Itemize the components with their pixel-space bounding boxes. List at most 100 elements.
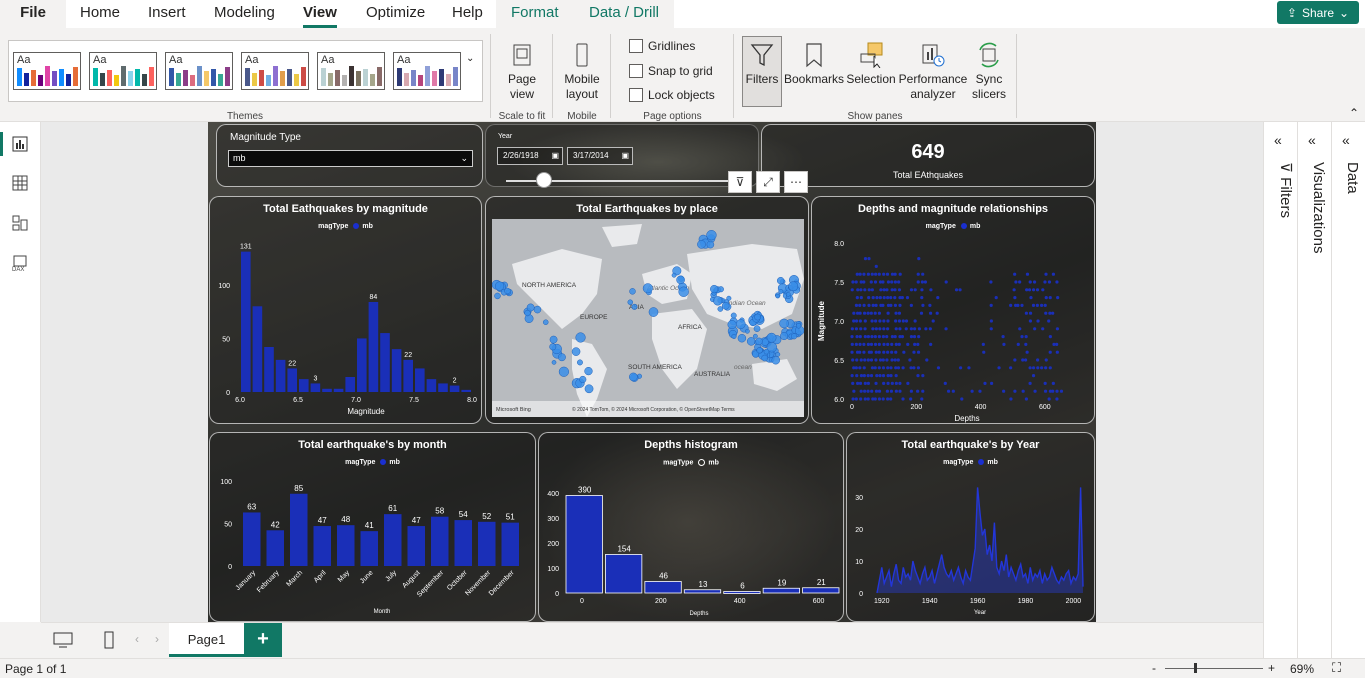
theme-color-bar bbox=[24, 73, 29, 86]
zoom-slider-thumb[interactable] bbox=[1194, 663, 1197, 673]
add-page-button[interactable]: + bbox=[244, 623, 282, 657]
zoom-in-button[interactable]: + bbox=[1268, 661, 1275, 675]
collapse-ribbon-icon[interactable]: ⌃ bbox=[1349, 106, 1359, 120]
filter-icon[interactable]: ⊽ bbox=[728, 171, 752, 193]
bar bbox=[357, 338, 367, 392]
data-pane[interactable]: « Data bbox=[1331, 122, 1365, 658]
theme-swatch[interactable]: Aa bbox=[317, 52, 385, 90]
expand-visualizations-icon[interactable]: « bbox=[1308, 132, 1316, 148]
prev-page-icon[interactable]: ‹ bbox=[135, 632, 139, 646]
y-tick-label: 0 bbox=[555, 591, 559, 598]
tab-insert[interactable]: Insert bbox=[148, 0, 186, 28]
theme-swatch[interactable]: Aa bbox=[89, 52, 157, 90]
depth-magnitude-scatter[interactable]: Depths and magnitude relationships magTy… bbox=[811, 196, 1095, 424]
gridlines-checkbox[interactable]: Gridlines bbox=[629, 39, 695, 53]
more-options-icon[interactable]: ⋯ bbox=[784, 171, 808, 193]
theme-swatch[interactable]: Aa bbox=[393, 52, 461, 90]
filters-pane[interactable]: « ⊽ Filters bbox=[1263, 122, 1297, 658]
map-region-label: AUSTRALIA bbox=[694, 371, 731, 378]
tab-modeling[interactable]: Modeling bbox=[214, 0, 275, 28]
page-view-button[interactable]: Page view bbox=[500, 42, 544, 102]
depths-histogram[interactable]: Depths histogram magType mb 0 100 200 300 400… bbox=[538, 432, 844, 622]
x-axis-label: Month bbox=[374, 609, 391, 615]
scatter-point bbox=[913, 342, 917, 346]
theme-color-bar bbox=[411, 70, 416, 86]
desktop-layout-icon[interactable] bbox=[53, 631, 73, 649]
selection-pane-button[interactable]: Selection bbox=[846, 42, 896, 87]
theme-swatch[interactable]: Aa bbox=[13, 52, 81, 90]
tab-home[interactable]: Home bbox=[80, 0, 120, 28]
tab-optimize[interactable]: Optimize bbox=[366, 0, 425, 28]
scatter-point bbox=[855, 358, 859, 362]
scatter-point bbox=[909, 288, 914, 292]
performance-icon bbox=[922, 44, 945, 67]
calendar-icon[interactable]: ▣ bbox=[551, 148, 559, 164]
snap-to-grid-checkbox[interactable]: Snap to grid bbox=[629, 64, 713, 78]
tab-format[interactable]: Format bbox=[511, 0, 559, 28]
table-view-icon[interactable] bbox=[11, 174, 29, 192]
theme-color-bars bbox=[321, 64, 382, 86]
x-tick-label: 200 bbox=[910, 404, 922, 411]
sync-slicers-button[interactable]: Sync slicers bbox=[968, 42, 1010, 102]
earthquakes-map-visual[interactable]: Total Earthquakes by place NORTH AMERICA… bbox=[485, 196, 809, 424]
mobile-layout-icon[interactable] bbox=[99, 631, 119, 649]
model-view-icon[interactable] bbox=[11, 214, 29, 232]
tab-help[interactable]: Help bbox=[452, 0, 483, 28]
earthquake-bubble bbox=[494, 281, 505, 291]
scatter-point bbox=[886, 311, 890, 315]
page-tab-page1[interactable]: Page1 bbox=[169, 623, 244, 657]
tab-file[interactable]: File bbox=[0, 0, 66, 28]
expand-data-icon[interactable]: « bbox=[1342, 132, 1350, 148]
data-label: 154 bbox=[617, 545, 631, 554]
scatter-point bbox=[878, 296, 882, 300]
tab-view[interactable]: View bbox=[303, 0, 337, 28]
y-tick-label: 0 bbox=[228, 564, 232, 571]
end-date-input[interactable]: 3/17/2014 ▣ bbox=[567, 147, 633, 165]
magnitude-type-dropdown[interactable]: mb ⌄ bbox=[228, 150, 473, 167]
mobile-layout-button[interactable]: Mobile layout bbox=[560, 42, 604, 102]
scatter-point bbox=[886, 366, 890, 370]
magnitude-bar-chart[interactable]: Total Eathquakes by magnitude magType mb … bbox=[209, 196, 482, 424]
year-range-handle[interactable] bbox=[536, 172, 552, 188]
scatter-point bbox=[874, 264, 878, 268]
expand-filters-icon[interactable]: « bbox=[1274, 132, 1282, 148]
scatter-point bbox=[1048, 350, 1052, 354]
start-date-input[interactable]: 2/26/1918 ▣ bbox=[497, 147, 563, 165]
filters-pane-button[interactable]: Filters bbox=[742, 42, 782, 87]
tab-data-drill[interactable]: Data / Drill bbox=[589, 0, 659, 28]
performance-analyzer-button[interactable]: Performance analyzer bbox=[898, 42, 968, 102]
theme-swatch[interactable]: Aa bbox=[241, 52, 309, 90]
bookmarks-pane-button[interactable]: Bookmarks bbox=[784, 42, 844, 87]
zoom-slider-track[interactable] bbox=[1165, 668, 1263, 669]
zoom-out-button[interactable]: - bbox=[1152, 661, 1156, 675]
scatter-point bbox=[1025, 288, 1029, 292]
scatter-point bbox=[912, 350, 916, 354]
fit-to-page-icon[interactable]: ⛶ bbox=[1332, 660, 1341, 676]
theme-color-bar bbox=[266, 75, 271, 86]
theme-swatch[interactable]: Aa bbox=[165, 52, 233, 90]
year-area-chart[interactable]: Total earthquake's by Year magType mb 0 10… bbox=[846, 432, 1095, 622]
scatter-point bbox=[1029, 296, 1033, 300]
scatter-point bbox=[878, 327, 882, 331]
visualizations-pane[interactable]: « Visualizations bbox=[1297, 122, 1331, 658]
scatter-point bbox=[893, 280, 897, 284]
sync-icon bbox=[979, 42, 999, 68]
lock-objects-checkbox[interactable]: Lock objects bbox=[629, 88, 715, 102]
calendar-icon[interactable]: ▣ bbox=[621, 148, 629, 164]
world-map[interactable]: NORTH AMERICAEUROPEASIAAtlantic OceanAFR… bbox=[492, 219, 804, 417]
bar bbox=[407, 526, 425, 566]
chevron-down-icon: ⌄ bbox=[1339, 5, 1350, 20]
scatter-point bbox=[859, 389, 863, 393]
focus-mode-icon[interactable]: ⤢ bbox=[756, 171, 780, 193]
themes-dropdown-chevron-icon[interactable]: ⌄ bbox=[466, 53, 474, 64]
scatter-point bbox=[851, 358, 855, 362]
start-date-value: 2/26/1918 bbox=[503, 151, 539, 160]
map-region-label: NORTH AMERICA bbox=[522, 282, 577, 289]
dax-query-view-icon[interactable]: DAX bbox=[11, 254, 29, 272]
scatter-point bbox=[862, 311, 867, 315]
scatter-point bbox=[1033, 327, 1037, 331]
next-page-icon[interactable]: › bbox=[155, 632, 159, 646]
share-button[interactable]: ⇪ Share ⌄ bbox=[1277, 1, 1359, 24]
month-bar-chart[interactable]: Total earthquake's by month magType mb 05… bbox=[209, 432, 536, 622]
report-view-icon[interactable] bbox=[11, 135, 29, 153]
